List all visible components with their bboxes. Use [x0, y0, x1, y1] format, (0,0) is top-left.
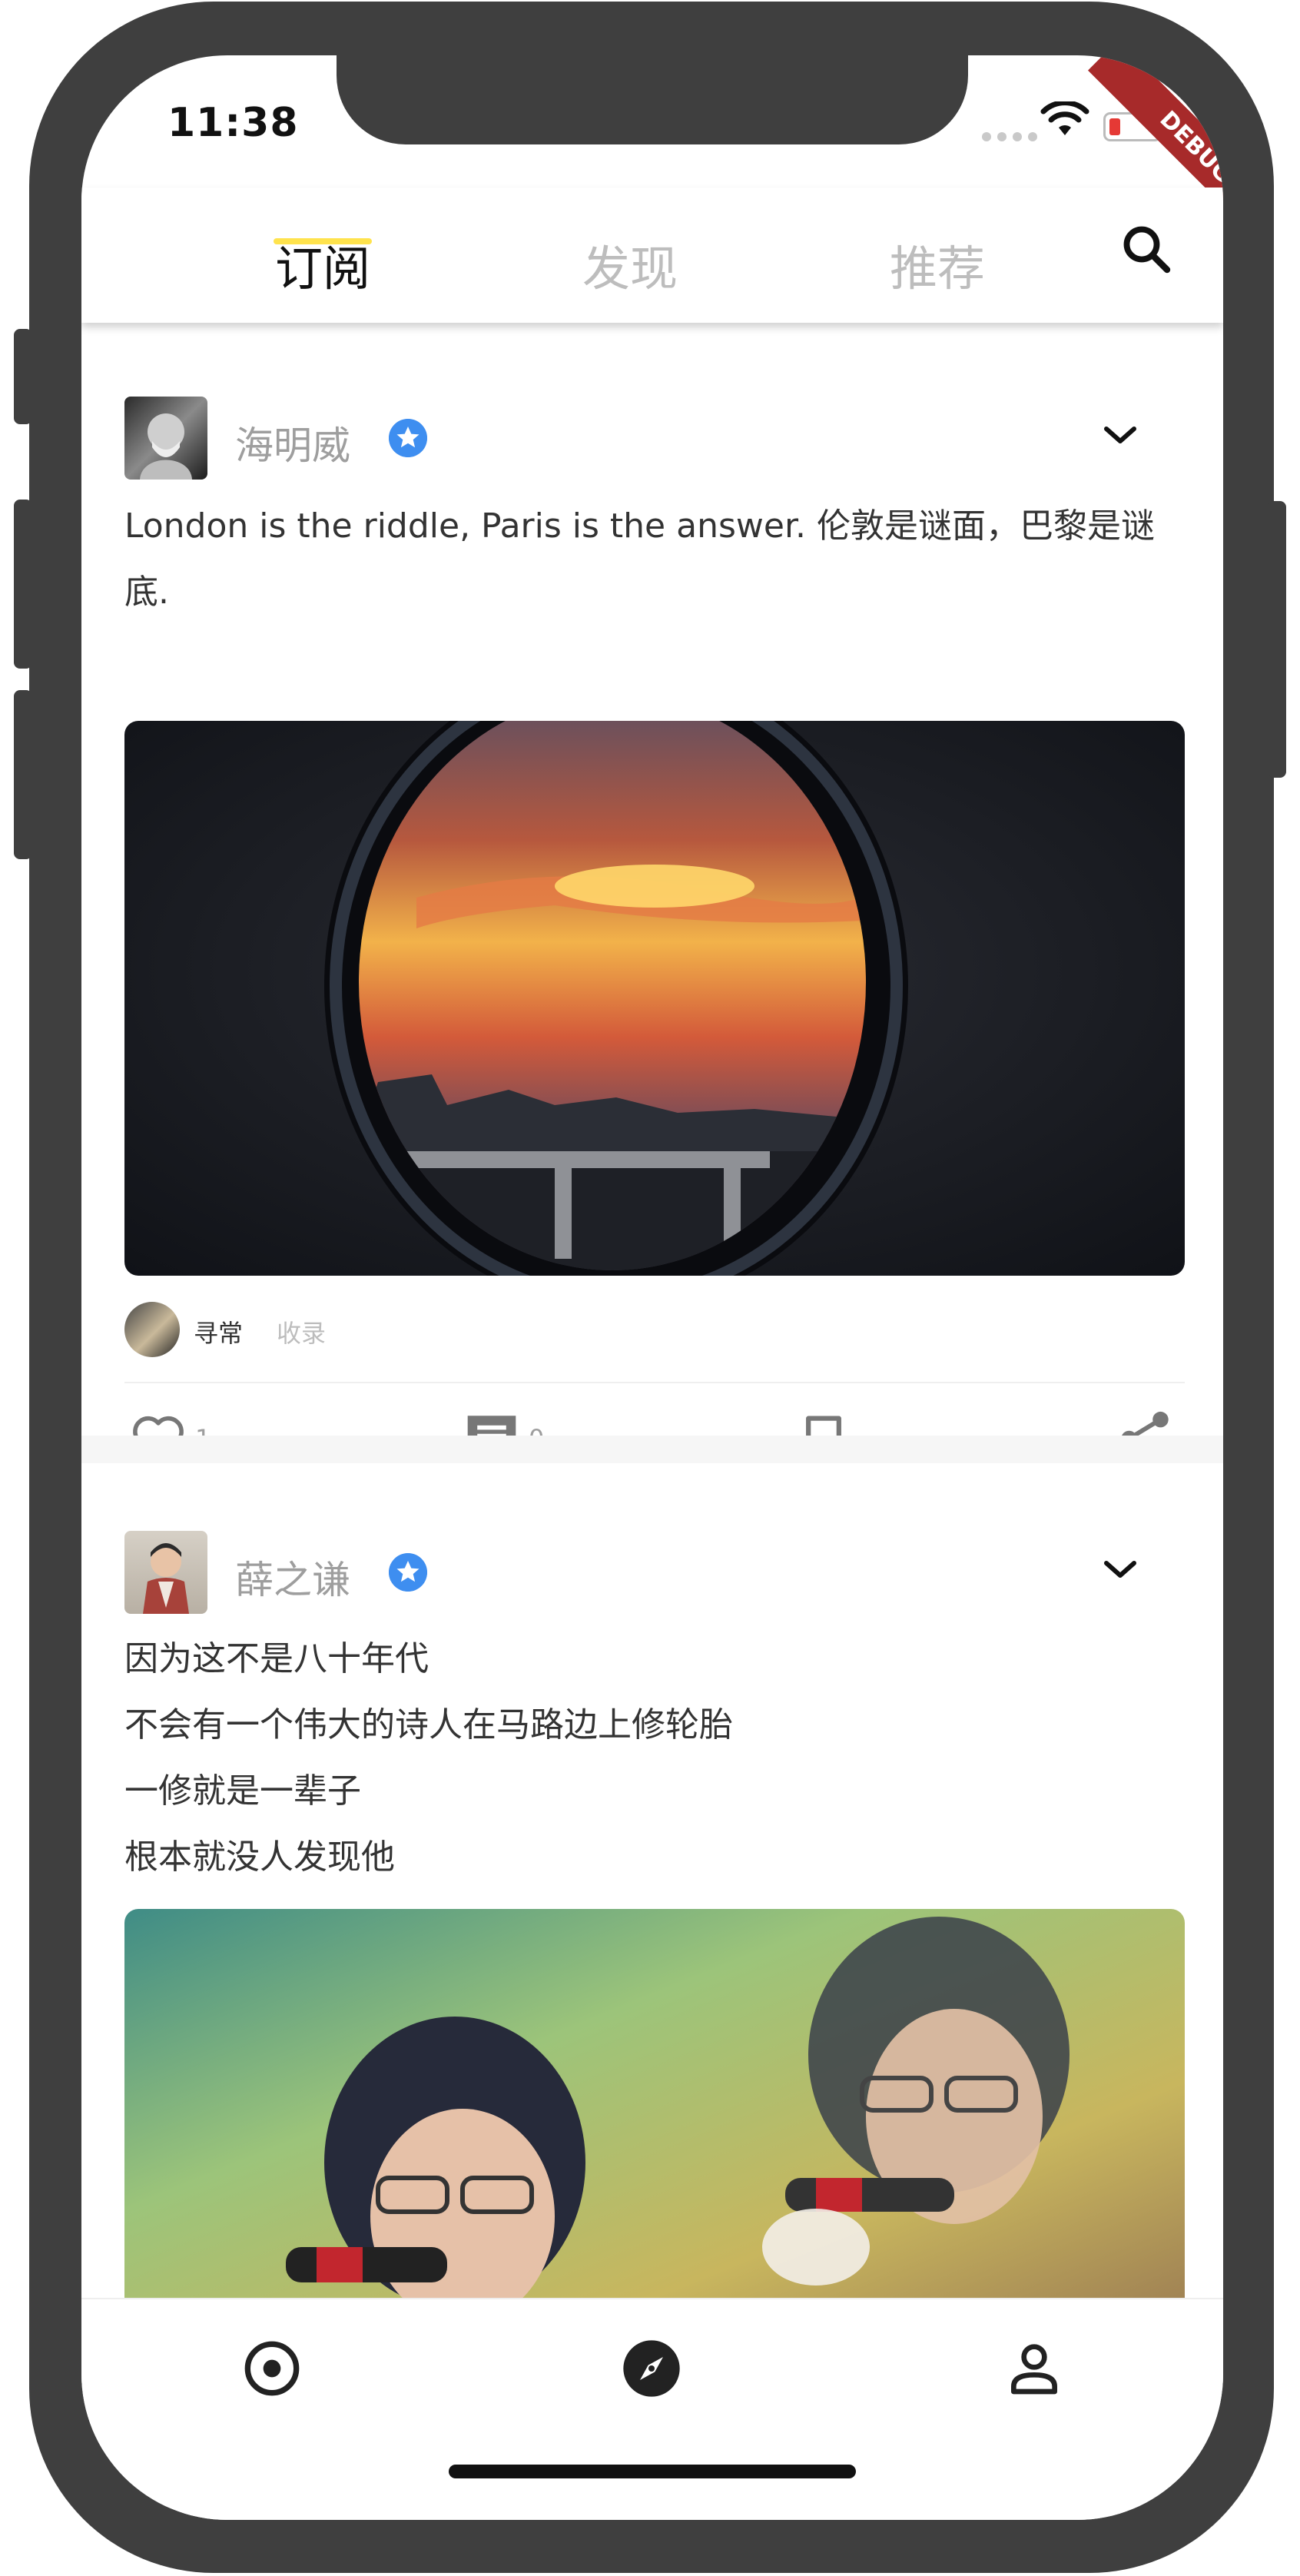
- volume-up-button: [14, 500, 32, 669]
- collector-name[interactable]: 寻常: [194, 1314, 243, 1349]
- author-avatar[interactable]: [124, 397, 207, 480]
- post-text-line: 因为这不是八十年代: [124, 1639, 429, 1678]
- verified-badge-icon: [389, 1553, 427, 1592]
- post-image[interactable]: [124, 721, 1185, 1276]
- post-text: London is the riddle, Paris is the answe…: [124, 506, 1155, 612]
- post-text-line: 根本就没人发现他: [124, 1837, 395, 1877]
- author-name[interactable]: 薛之谦: [235, 1549, 350, 1605]
- verified-badge-icon: [389, 419, 427, 457]
- divider: [124, 1382, 1185, 1383]
- volume-down-button: [14, 690, 32, 859]
- top-tab-bar: 订阅 发现 推荐: [81, 188, 1223, 323]
- mute-switch: [14, 329, 32, 424]
- search-icon[interactable]: [1119, 221, 1174, 277]
- post-card: 海明威 London is the riddle, Paris is the a…: [81, 323, 1223, 1492]
- screen: 11:38 DEBUG 订阅 发现 推荐 海明威 London is the r…: [81, 55, 1223, 2520]
- post-image[interactable]: [124, 1909, 1185, 2339]
- author-name[interactable]: 海明威: [235, 415, 350, 470]
- post-text: 因为这不是八十年代 不会有一个伟大的诗人在马路边上修轮胎 一修就是一辈子 根本就…: [124, 1626, 1185, 1891]
- profile-icon[interactable]: [1003, 2338, 1065, 2399]
- home-indicator: [449, 2465, 856, 2478]
- chevron-down-icon[interactable]: [1099, 420, 1142, 450]
- post-card: 薛之谦 因为这不是八十年代 不会有一个伟大的诗人在马路边上修轮胎 一修就是一辈子…: [81, 1463, 1223, 2339]
- collected-label: 收录: [277, 1319, 327, 1348]
- author-avatar[interactable]: [124, 1531, 207, 1614]
- compass-icon[interactable]: [621, 2338, 682, 2399]
- post-separator: [81, 1436, 1223, 1463]
- collector-avatar[interactable]: [124, 1302, 180, 1357]
- bottom-nav: [81, 2298, 1223, 2520]
- notch: [337, 55, 968, 144]
- tab-indicator: [274, 238, 372, 244]
- signal-icon: [982, 132, 1037, 141]
- post-text-line: 一修就是一辈子: [124, 1771, 361, 1811]
- tab-discover[interactable]: 发现: [582, 230, 678, 299]
- tab-recommend[interactable]: 推荐: [890, 230, 985, 299]
- home-icon[interactable]: [241, 2338, 303, 2399]
- wifi-icon: [1040, 101, 1089, 135]
- chevron-down-icon[interactable]: [1099, 1554, 1142, 1585]
- post-text-line: 不会有一个伟大的诗人在马路边上修轮胎: [124, 1705, 733, 1744]
- status-time: 11:38: [167, 100, 299, 146]
- power-button: [1268, 501, 1286, 778]
